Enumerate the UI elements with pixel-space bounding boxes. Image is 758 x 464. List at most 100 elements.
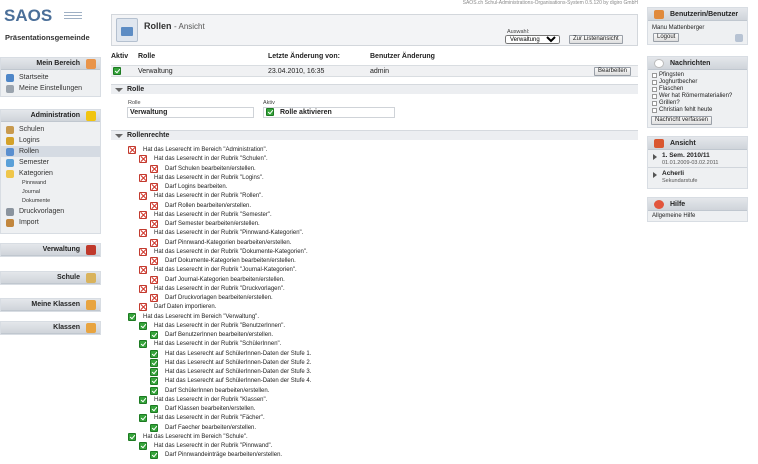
permission-text: Darf Logins bearbeiten. <box>165 184 228 190</box>
klassen-box[interactable]: Klassen <box>0 321 101 335</box>
news-item[interactable]: Pfingsten <box>648 72 747 79</box>
key-icon <box>6 137 14 145</box>
denied-icon <box>150 257 158 265</box>
settings-icon[interactable] <box>735 34 743 42</box>
verwaltung-box[interactable]: Verwaltung <box>0 243 101 257</box>
news-item[interactable]: Christian fehlt heute <box>648 107 747 114</box>
check-icon <box>150 331 158 339</box>
play-arrow-icon <box>653 172 657 178</box>
verwaltung-icon <box>86 245 96 255</box>
check-icon <box>150 377 158 386</box>
user-box-header: Benutzerin/Benutzer <box>648 8 747 21</box>
verwaltung-header[interactable]: Verwaltung <box>1 244 100 256</box>
semester-selector[interactable]: 1. Sem. 2010/11 01.01.2009-03.02.2011 <box>648 150 747 168</box>
column-aktiv: Aktiv <box>111 53 129 60</box>
schule-header[interactable]: Schule <box>1 272 100 284</box>
sidebar-item-label: Pinnwand <box>22 180 47 186</box>
sidebar-item-kategorien[interactable]: Kategorien <box>1 168 100 179</box>
sidebar-item-label: Semester <box>19 159 49 166</box>
permission-text: Darf Dokumente-Kategorien bearbeiten/ers… <box>165 258 296 264</box>
sidebar-item-druckvorlagen[interactable]: Druckvorlagen <box>1 206 100 217</box>
aktiv-value: Rolle aktivieren <box>280 109 332 116</box>
sidebar-subitem-dokumente[interactable]: Dokumente <box>1 197 100 206</box>
school-selector[interactable]: Acherli Sekundarstufe <box>648 168 747 186</box>
permission-text: Hat das Leserecht in der Rubrik "Druckvo… <box>154 285 285 292</box>
klassen-header[interactable]: Klassen <box>1 322 100 334</box>
administration-header[interactable]: Administration <box>1 110 100 122</box>
sidebar-item-schulen[interactable]: Schulen <box>1 124 100 135</box>
denied-icon <box>150 201 158 210</box>
column-rolle: Rolle <box>138 53 156 60</box>
sidebar-item-semester[interactable]: Semester <box>1 157 100 168</box>
logo-lines <box>64 12 82 21</box>
denied-icon <box>139 210 147 219</box>
auswahl-select[interactable]: Verwaltung <box>505 35 560 44</box>
role-table: Aktiv Rolle Letzte Änderung von: Benutze… <box>111 53 638 77</box>
row-rolle: Verwaltung <box>138 68 173 75</box>
news-item-label: Christian fehlt heute <box>659 107 713 113</box>
meine-klassen-box[interactable]: Meine Klassen <box>0 298 101 312</box>
roles-icon <box>6 148 14 156</box>
sidebar-item-startseite[interactable]: Startseite <box>1 72 100 83</box>
permission-text: Darf Pinnwand-Kategorien bearbeiten/erst… <box>165 239 292 246</box>
rolle-section-header[interactable]: Rolle <box>111 84 638 94</box>
news-item-label: Pfingsten <box>659 72 685 78</box>
permission-text: Hat das Leserecht in der Rubrik "Pinnwan… <box>154 443 273 449</box>
news-item[interactable]: Wer hat Römermaterialien? <box>648 93 747 100</box>
meine-klassen-header[interactable]: Meine Klassen <box>1 299 100 311</box>
hilfe-box-header: Hilfe <box>648 198 747 211</box>
check-icon <box>150 405 158 413</box>
sidebar-item-logins[interactable]: Logins <box>1 135 100 146</box>
news-item[interactable]: Flaschen <box>648 86 747 93</box>
page-header: Rollen - Ansicht Auswahl: Verwaltung Zur… <box>111 14 638 46</box>
rollenrechte-section-header[interactable]: Rollenrechte <box>111 130 638 140</box>
compose-message-button[interactable]: Nachricht verfassen <box>651 116 713 125</box>
edit-button[interactable]: Bearbeiten <box>594 67 632 76</box>
warning-icon <box>86 111 96 121</box>
top-bar: SAOS.ch Schul-Administrations-Organisati… <box>0 0 758 8</box>
rollenrechte-section-title: Rollenrechte <box>127 132 170 139</box>
column-last-change: Letzte Änderung von: <box>268 53 340 60</box>
permission-text: Darf Semester bearbeiten/erstellen. <box>165 221 260 227</box>
check-icon <box>150 423 158 432</box>
home-icon <box>6 74 14 82</box>
schule-box[interactable]: Schule <box>0 271 101 285</box>
permission-text: Hat das Leserecht auf SchülerInnen-Daten… <box>165 359 312 366</box>
denied-icon <box>139 266 147 275</box>
settings-icon <box>6 85 14 93</box>
logout-button[interactable]: Logout <box>653 33 680 42</box>
news-item[interactable]: Joghurtbecher <box>648 79 747 86</box>
table-row[interactable]: Verwaltung 23.04.2010, 16:35 admin Bearb… <box>111 65 638 77</box>
check-icon <box>150 386 158 395</box>
permission-text: Hat das Leserecht auf SchülerInnen-Daten… <box>165 350 312 357</box>
denied-icon <box>150 294 158 302</box>
mein-bereich-header[interactable]: Mein Bereich <box>1 58 100 70</box>
sidebar-item-einstellungen[interactable]: Meine Einstellungen <box>1 83 100 94</box>
sidebar-subitem-pinnwand[interactable]: Pinnwand <box>1 179 100 188</box>
news-box: Nachrichten Pfingsten Joghurtbecher Flasch… <box>647 56 748 128</box>
printer-icon <box>6 208 14 216</box>
speech-bubble-icon <box>654 59 664 68</box>
ansicht-icon <box>654 139 664 148</box>
sidebar-item-label: Meine Einstellungen <box>19 85 83 92</box>
roles-page-icon <box>116 18 138 42</box>
play-arrow-icon <box>653 154 657 160</box>
sidebar-subitem-journal[interactable]: Journal <box>1 188 100 197</box>
sidebar-item-label: Import <box>19 219 39 226</box>
sidebar-item-import[interactable]: Import <box>1 217 100 228</box>
list-view-button[interactable]: Zur Listenansicht <box>569 35 623 44</box>
denied-icon <box>150 220 158 228</box>
aktiv-check-icon <box>266 108 274 116</box>
denied-icon <box>139 155 147 164</box>
news-box-header: Nachrichten <box>648 57 747 70</box>
collapse-arrow-icon <box>115 134 123 138</box>
aktiv-field[interactable]: Rolle aktivieren <box>263 107 395 118</box>
message-icon <box>652 108 657 113</box>
permission-text: Darf SchülerInnen bearbeiten/erstellen. <box>165 387 270 394</box>
user-name: Manu Mattenberger <box>652 25 705 31</box>
page-title-text: Rollen <box>144 21 172 31</box>
general-help-link[interactable]: Allgemeine Hilfe <box>648 212 747 220</box>
news-item[interactable]: Grillen? <box>648 100 747 107</box>
sidebar-item-label: Kategorien <box>19 170 53 177</box>
sidebar-item-rollen[interactable]: Rollen <box>1 146 100 157</box>
